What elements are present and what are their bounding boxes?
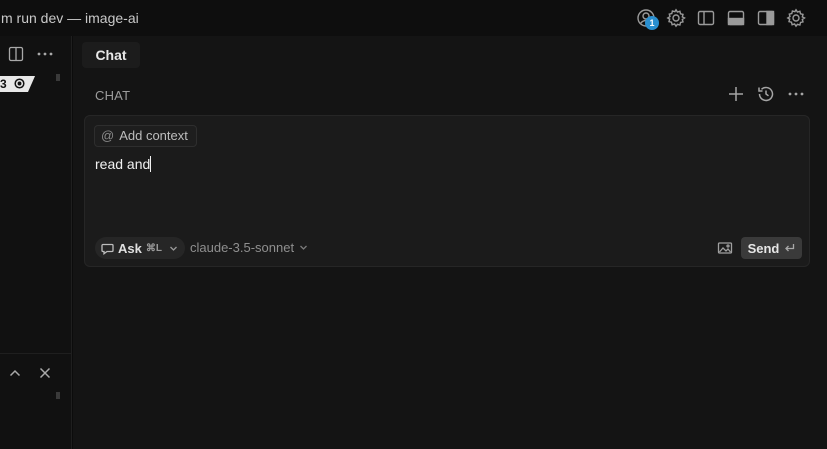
text-caret — [150, 156, 152, 172]
problems-icon — [14, 76, 25, 92]
at-sign-icon: @ — [101, 128, 115, 143]
toggle-secondary-sidebar-icon[interactable] — [756, 8, 776, 28]
new-chat-icon[interactable] — [726, 84, 746, 104]
send-label: Send — [747, 240, 780, 256]
chat-input[interactable]: read and — [95, 156, 152, 172]
model-name: claude-3.5-sonnet — [190, 240, 295, 255]
split-editor-icon[interactable] — [8, 46, 24, 62]
chevron-up-icon[interactable] — [8, 366, 22, 380]
chevron-down-icon — [299, 237, 308, 259]
more-options-icon[interactable] — [786, 84, 806, 104]
chevron-down-icon — [169, 244, 178, 253]
problems-badge[interactable]: 3 — [0, 76, 36, 92]
chat-bubble-icon — [101, 242, 114, 255]
chat-header-label: CHAT — [95, 88, 131, 103]
chat-input-value: read and — [95, 156, 151, 172]
title-bar: m run dev — image-ai 1 — [0, 0, 827, 36]
add-context-label: Add context — [119, 128, 188, 143]
settings-icon[interactable] — [666, 8, 686, 28]
left-panel: 3 — [0, 36, 72, 449]
problems-count: 3 — [0, 77, 7, 91]
scrollbar-thumb[interactable] — [56, 74, 60, 81]
chat-composer: @ Add context read and Ask ⌘L claude-3.5… — [84, 115, 810, 267]
toggle-primary-sidebar-icon[interactable] — [696, 8, 716, 28]
account-badge: 1 — [645, 16, 659, 30]
tab-chat[interactable]: Chat — [82, 42, 140, 68]
panel-divider — [0, 353, 72, 354]
close-icon[interactable] — [38, 366, 52, 380]
chat-panel: Chat CHAT @ Add context read and Ask ⌘L … — [73, 36, 827, 449]
toggle-panel-icon[interactable] — [726, 8, 746, 28]
history-icon[interactable] — [756, 84, 776, 104]
image-upload-icon[interactable] — [717, 240, 733, 256]
model-selector[interactable]: claude-3.5-sonnet — [190, 237, 308, 259]
mode-selector[interactable]: Ask ⌘L — [95, 237, 185, 259]
window-title: m run dev — image-ai — [1, 10, 139, 26]
mode-shortcut: ⌘L — [145, 242, 162, 254]
add-context-button[interactable]: @ Add context — [94, 125, 197, 147]
settings-gear-icon[interactable] — [786, 8, 806, 28]
mode-label: Ask — [118, 240, 142, 256]
scrollbar-thumb[interactable] — [56, 392, 60, 399]
enter-key-icon — [784, 241, 795, 256]
send-button[interactable]: Send — [741, 237, 802, 259]
more-actions-icon[interactable] — [37, 52, 53, 56]
